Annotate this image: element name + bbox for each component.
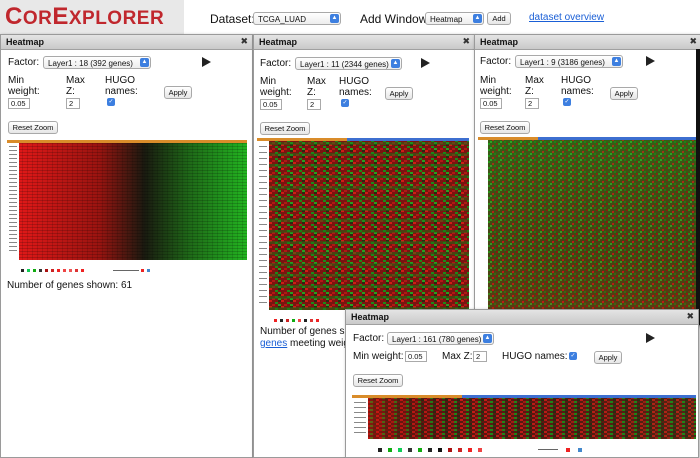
heatmap-window-4[interactable]: Heatmap ✖ Factor: Layer1 : 161 (780 gene…: [345, 309, 699, 458]
apply-button[interactable]: Apply: [610, 87, 638, 100]
close-icon[interactable]: ✖: [689, 35, 697, 48]
window-title-bar[interactable]: Heatmap: [346, 310, 698, 325]
chevron-down-icon: ▲: [330, 14, 339, 23]
close-icon[interactable]: ✖: [240, 35, 248, 48]
max-z-input[interactable]: 2: [473, 351, 487, 362]
window-title-bar[interactable]: Heatmap: [1, 35, 252, 50]
heatmap-image[interactable]: [352, 395, 696, 439]
min-weight-label: Min weight:: [8, 75, 40, 97]
genes-shown-text: Number of genes shown: 61: [7, 280, 133, 291]
heatmap-legend: [21, 263, 161, 281]
apply-button[interactable]: Apply: [594, 351, 622, 364]
app-logo-text: COREXPLORER: [5, 3, 165, 30]
max-z-input[interactable]: 2: [525, 98, 539, 109]
factor-select[interactable]: Layer1 : 161 (780 genes) ▲: [387, 332, 494, 345]
reset-zoom-button[interactable]: Reset Zoom: [480, 121, 530, 134]
add-window-label: Add Window:: [360, 12, 431, 26]
play-icon[interactable]: [646, 333, 655, 343]
min-weight-label: Min weight:: [260, 76, 292, 98]
reset-zoom-button[interactable]: Reset Zoom: [8, 121, 58, 134]
min-weight-input[interactable]: 0.05: [480, 98, 502, 109]
chevron-down-icon: ▲: [140, 58, 149, 67]
hugo-names-label: HUGO names:: [502, 351, 568, 362]
dataset-overview-link[interactable]: dataset overview: [529, 12, 604, 23]
dataset-select[interactable]: TCGA_LUAD ▲: [253, 12, 341, 25]
max-z-label: Max Z:: [307, 76, 326, 98]
heatmap-window-3[interactable]: Heatmap ✖ Factor: Layer1 : 9 (3186 genes…: [474, 34, 700, 326]
max-z-label: Max Z:: [525, 75, 544, 97]
max-z-input[interactable]: 2: [66, 98, 80, 109]
max-z-label: Max Z:: [66, 75, 85, 97]
reset-zoom-button[interactable]: Reset Zoom: [260, 122, 310, 135]
max-z-input[interactable]: 2: [307, 99, 321, 110]
close-icon[interactable]: ✖: [686, 310, 694, 323]
min-weight-label: Min weight:: [353, 351, 404, 362]
factor-label: Factor:: [8, 57, 40, 68]
hugo-names-checkbox[interactable]: ✓: [569, 352, 577, 360]
hugo-names-label: HUGO names:: [105, 75, 138, 97]
factor-select[interactable]: Layer1 : 18 (392 genes) ▲: [43, 56, 151, 69]
genes-weight-text: genes meeting weig: [260, 338, 349, 349]
window-scroll-edge: [696, 49, 700, 325]
chevron-down-icon: ▲: [612, 57, 621, 66]
hugo-names-label: HUGO names:: [339, 76, 372, 98]
window-title-bar[interactable]: Heatmap: [475, 35, 700, 50]
chevron-down-icon: ▲: [473, 14, 482, 23]
hugo-names-checkbox[interactable]: ✓: [563, 98, 571, 106]
reset-zoom-button[interactable]: Reset Zoom: [353, 374, 403, 387]
chevron-down-icon: ▲: [483, 334, 492, 343]
heatmap-image[interactable]: [257, 138, 469, 310]
play-icon[interactable]: [202, 57, 211, 67]
add-window-select[interactable]: Heatmap ▲: [425, 12, 484, 25]
hugo-names-label: HUGO names:: [561, 75, 594, 97]
genes-link[interactable]: genes: [260, 338, 287, 349]
factor-label: Factor:: [353, 333, 385, 344]
genes-shown-text: Number of genes sh: [260, 326, 351, 337]
play-icon[interactable]: [646, 56, 655, 66]
heatmap-window-1[interactable]: Heatmap ✖ Factor: Layer1 : 18 (392 genes…: [0, 34, 253, 458]
app-logo: COREXPLORER: [0, 0, 184, 35]
hugo-names-checkbox[interactable]: ✓: [107, 98, 115, 106]
close-icon[interactable]: ✖: [462, 35, 470, 48]
hugo-names-checkbox[interactable]: ✓: [341, 99, 349, 107]
play-icon[interactable]: [421, 58, 430, 68]
factor-label: Factor:: [480, 56, 512, 67]
factor-label: Factor:: [260, 58, 292, 69]
factor-select[interactable]: Layer1 : 9 (3186 genes) ▲: [515, 55, 623, 68]
heatmap-image[interactable]: [478, 137, 696, 322]
min-weight-input[interactable]: 0.05: [405, 351, 427, 362]
min-weight-input[interactable]: 0.05: [260, 99, 282, 110]
apply-button[interactable]: Apply: [164, 86, 192, 99]
apply-button[interactable]: Apply: [385, 87, 413, 100]
add-window-button[interactable]: Add: [487, 12, 511, 25]
max-z-label: Max Z:: [442, 351, 473, 362]
min-weight-input[interactable]: 0.05: [8, 98, 30, 109]
min-weight-label: Min weight:: [480, 75, 512, 97]
chevron-down-icon: ▲: [391, 59, 400, 68]
heatmap-image[interactable]: [7, 140, 247, 260]
dataset-label: Dataset:: [210, 12, 255, 26]
window-title-bar[interactable]: Heatmap: [254, 35, 474, 50]
factor-select[interactable]: Layer1 : 11 (2344 genes) ▲: [295, 57, 402, 70]
